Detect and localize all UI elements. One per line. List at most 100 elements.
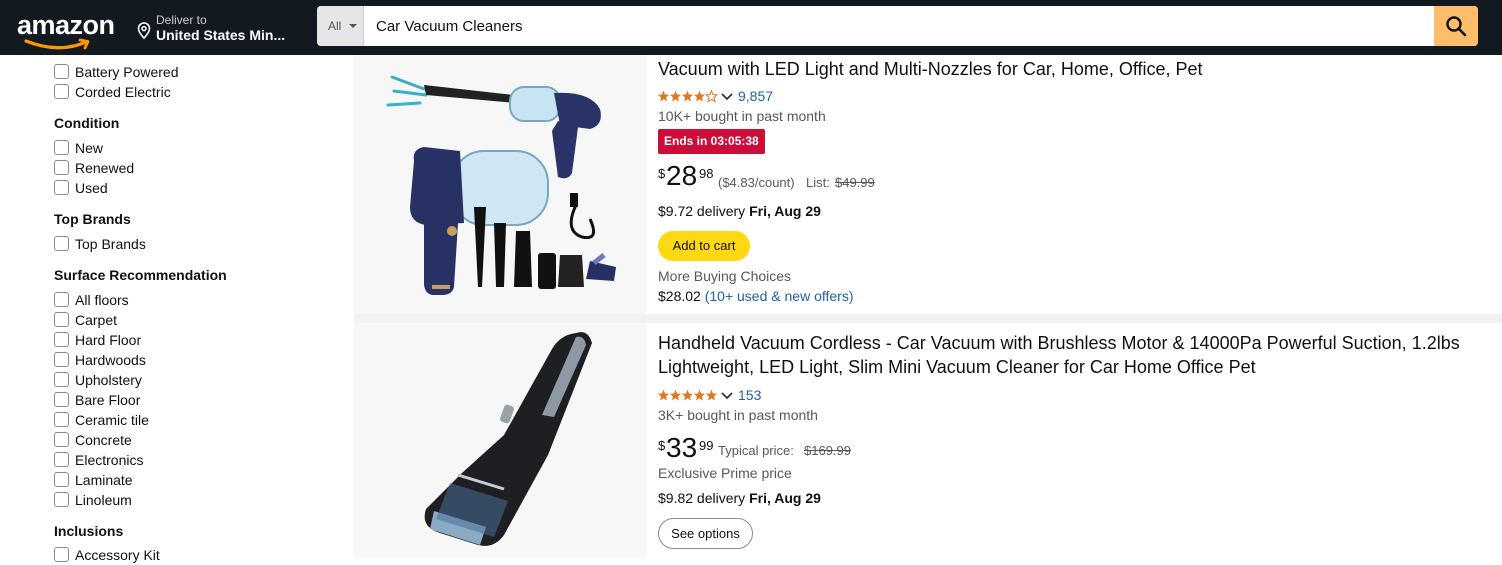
price-fraction: 99 bbox=[699, 438, 714, 453]
product-price[interactable]: $ 33 99 bbox=[658, 432, 713, 468]
checkbox[interactable] bbox=[54, 432, 69, 447]
price-fraction: 98 bbox=[699, 166, 714, 181]
condition-heading: Condition bbox=[54, 115, 120, 131]
checkbox[interactable] bbox=[54, 472, 69, 487]
delivery-info: $9.82 delivery Fri, Aug 29 bbox=[658, 490, 821, 506]
filter-label: Used bbox=[75, 180, 108, 196]
checkbox[interactable] bbox=[54, 64, 69, 79]
price-whole: 28 bbox=[666, 160, 698, 191]
bought-past-month: 3K+ bought in past month bbox=[658, 407, 818, 423]
price-symbol: $ bbox=[658, 438, 666, 453]
star-rating-icon[interactable] bbox=[658, 389, 720, 403]
inclusions-heading: Inclusions bbox=[54, 523, 124, 539]
amazon-logo[interactable]: amazon bbox=[14, 8, 118, 54]
more-buying-choices: More Buying Choices bbox=[658, 268, 792, 284]
filter-label: Corded Electric bbox=[75, 84, 171, 100]
filter-label: Upholstery bbox=[75, 372, 142, 388]
checkbox[interactable] bbox=[54, 372, 69, 387]
list-price-label: List: bbox=[806, 175, 830, 190]
search-button[interactable] bbox=[1434, 6, 1478, 46]
checkbox[interactable] bbox=[54, 412, 69, 427]
checkbox[interactable] bbox=[54, 547, 69, 562]
typical-price: $169.99 bbox=[804, 443, 851, 458]
price-symbol: $ bbox=[658, 166, 666, 181]
logo-wordmark: amazon bbox=[17, 10, 115, 40]
search-department-label: All bbox=[328, 19, 342, 33]
offers-link[interactable]: (10+ used & new offers) bbox=[705, 288, 854, 304]
top-nav-bar: amazon Deliver to United States Min... A… bbox=[0, 0, 1502, 55]
rating-count-link[interactable]: 9,857 bbox=[738, 88, 773, 104]
delivery-fee: $9.72 delivery bbox=[658, 203, 746, 219]
delivery-fee: $9.82 delivery bbox=[658, 490, 746, 506]
chevron-down-icon[interactable] bbox=[721, 391, 733, 401]
offers-row: $28.02 (10+ used & new offers) bbox=[658, 288, 854, 304]
filter-label: Carpet bbox=[75, 312, 118, 328]
checkbox[interactable] bbox=[54, 312, 69, 327]
offers-price: $28.02 bbox=[658, 288, 701, 304]
typical-price-label: Typical price: bbox=[718, 443, 794, 458]
filter-label: Battery Powered bbox=[75, 64, 179, 80]
list-price: $49.99 bbox=[835, 175, 875, 190]
deliver-label: Deliver to bbox=[156, 13, 207, 27]
checkbox[interactable] bbox=[54, 236, 69, 251]
product-image[interactable] bbox=[354, 323, 646, 558]
product-price[interactable]: $ 28 98 bbox=[658, 160, 713, 196]
add-to-cart-button[interactable]: Add to cart bbox=[658, 231, 750, 261]
bought-past-month: 10K+ bought in past month bbox=[658, 108, 826, 124]
product-title[interactable]: Vacuum with LED Light and Multi-Nozzles … bbox=[658, 57, 1203, 81]
product-title-line: Lightweight, LED Light, Slim Mini Vacuum… bbox=[658, 357, 1256, 377]
checkbox[interactable] bbox=[54, 352, 69, 367]
search-department-dropdown[interactable]: All bbox=[317, 6, 364, 46]
filter-label: Ceramic tile bbox=[75, 412, 149, 428]
checkbox[interactable] bbox=[54, 180, 69, 195]
delivery-info: $9.72 delivery Fri, Aug 29 bbox=[658, 203, 821, 219]
product-title-line: Handheld Vacuum Cordless - Car Vacuum wi… bbox=[658, 333, 1460, 353]
checkbox[interactable] bbox=[54, 140, 69, 155]
deal-badge: Ends in 03:05:38 bbox=[658, 129, 765, 154]
unit-price: ($4.83/count) bbox=[718, 175, 795, 190]
cordless-vacuum-image bbox=[424, 332, 592, 546]
price-whole: 33 bbox=[666, 432, 698, 463]
checkbox[interactable] bbox=[54, 84, 69, 99]
search-icon bbox=[1446, 16, 1467, 37]
chevron-down-icon bbox=[349, 24, 357, 28]
star-rating-icon[interactable] bbox=[658, 90, 720, 104]
filter-label: Top Brands bbox=[75, 236, 146, 252]
checkbox[interactable] bbox=[54, 392, 69, 407]
checkbox[interactable] bbox=[54, 452, 69, 467]
filter-label: Hardwoods bbox=[75, 352, 146, 368]
delivery-date: Fri, Aug 29 bbox=[749, 203, 821, 219]
product-image[interactable] bbox=[354, 55, 646, 314]
deliver-location: United States Min... bbox=[156, 27, 286, 43]
checkbox[interactable] bbox=[54, 160, 69, 175]
handheld-vacuum-image bbox=[386, 75, 616, 295]
checkbox[interactable] bbox=[54, 332, 69, 347]
chevron-down-icon[interactable] bbox=[721, 92, 733, 102]
location-pin-icon bbox=[137, 22, 151, 39]
filter-label: Electronics bbox=[75, 452, 144, 468]
checkbox[interactable] bbox=[54, 292, 69, 307]
deliver-to-location[interactable]: Deliver to United States Min... bbox=[137, 10, 302, 50]
see-options-button[interactable]: See options bbox=[658, 518, 753, 549]
filter-label: New bbox=[75, 140, 104, 156]
surface-recommendation-heading: Surface Recommendation bbox=[54, 267, 227, 283]
filter-label: Concrete bbox=[75, 432, 132, 448]
checkbox[interactable] bbox=[54, 492, 69, 507]
filter-label: All floors bbox=[75, 292, 129, 308]
top-brands-heading: Top Brands bbox=[54, 211, 131, 227]
exclusive-prime-price: Exclusive Prime price bbox=[658, 465, 792, 481]
filter-label: Renewed bbox=[75, 160, 135, 176]
filter-label: Laminate bbox=[75, 472, 133, 488]
filter-label: Hard Floor bbox=[75, 332, 142, 348]
delivery-date: Fri, Aug 29 bbox=[749, 490, 821, 506]
rating-count-link[interactable]: 153 bbox=[738, 387, 761, 403]
search-input[interactable] bbox=[365, 6, 1433, 46]
result-divider bbox=[354, 314, 1502, 323]
search-bar: All bbox=[317, 6, 1478, 46]
filter-label: Bare Floor bbox=[75, 392, 141, 408]
logo-smile-icon bbox=[24, 38, 90, 50]
filter-sidebar: Battery Powered Corded Electric Conditio… bbox=[54, 55, 344, 563]
filter-label: Linoleum bbox=[75, 492, 132, 508]
product-title[interactable]: Handheld Vacuum Cordless - Car Vacuum wi… bbox=[658, 331, 1460, 379]
filter-label: Accessory Kit bbox=[75, 547, 160, 563]
